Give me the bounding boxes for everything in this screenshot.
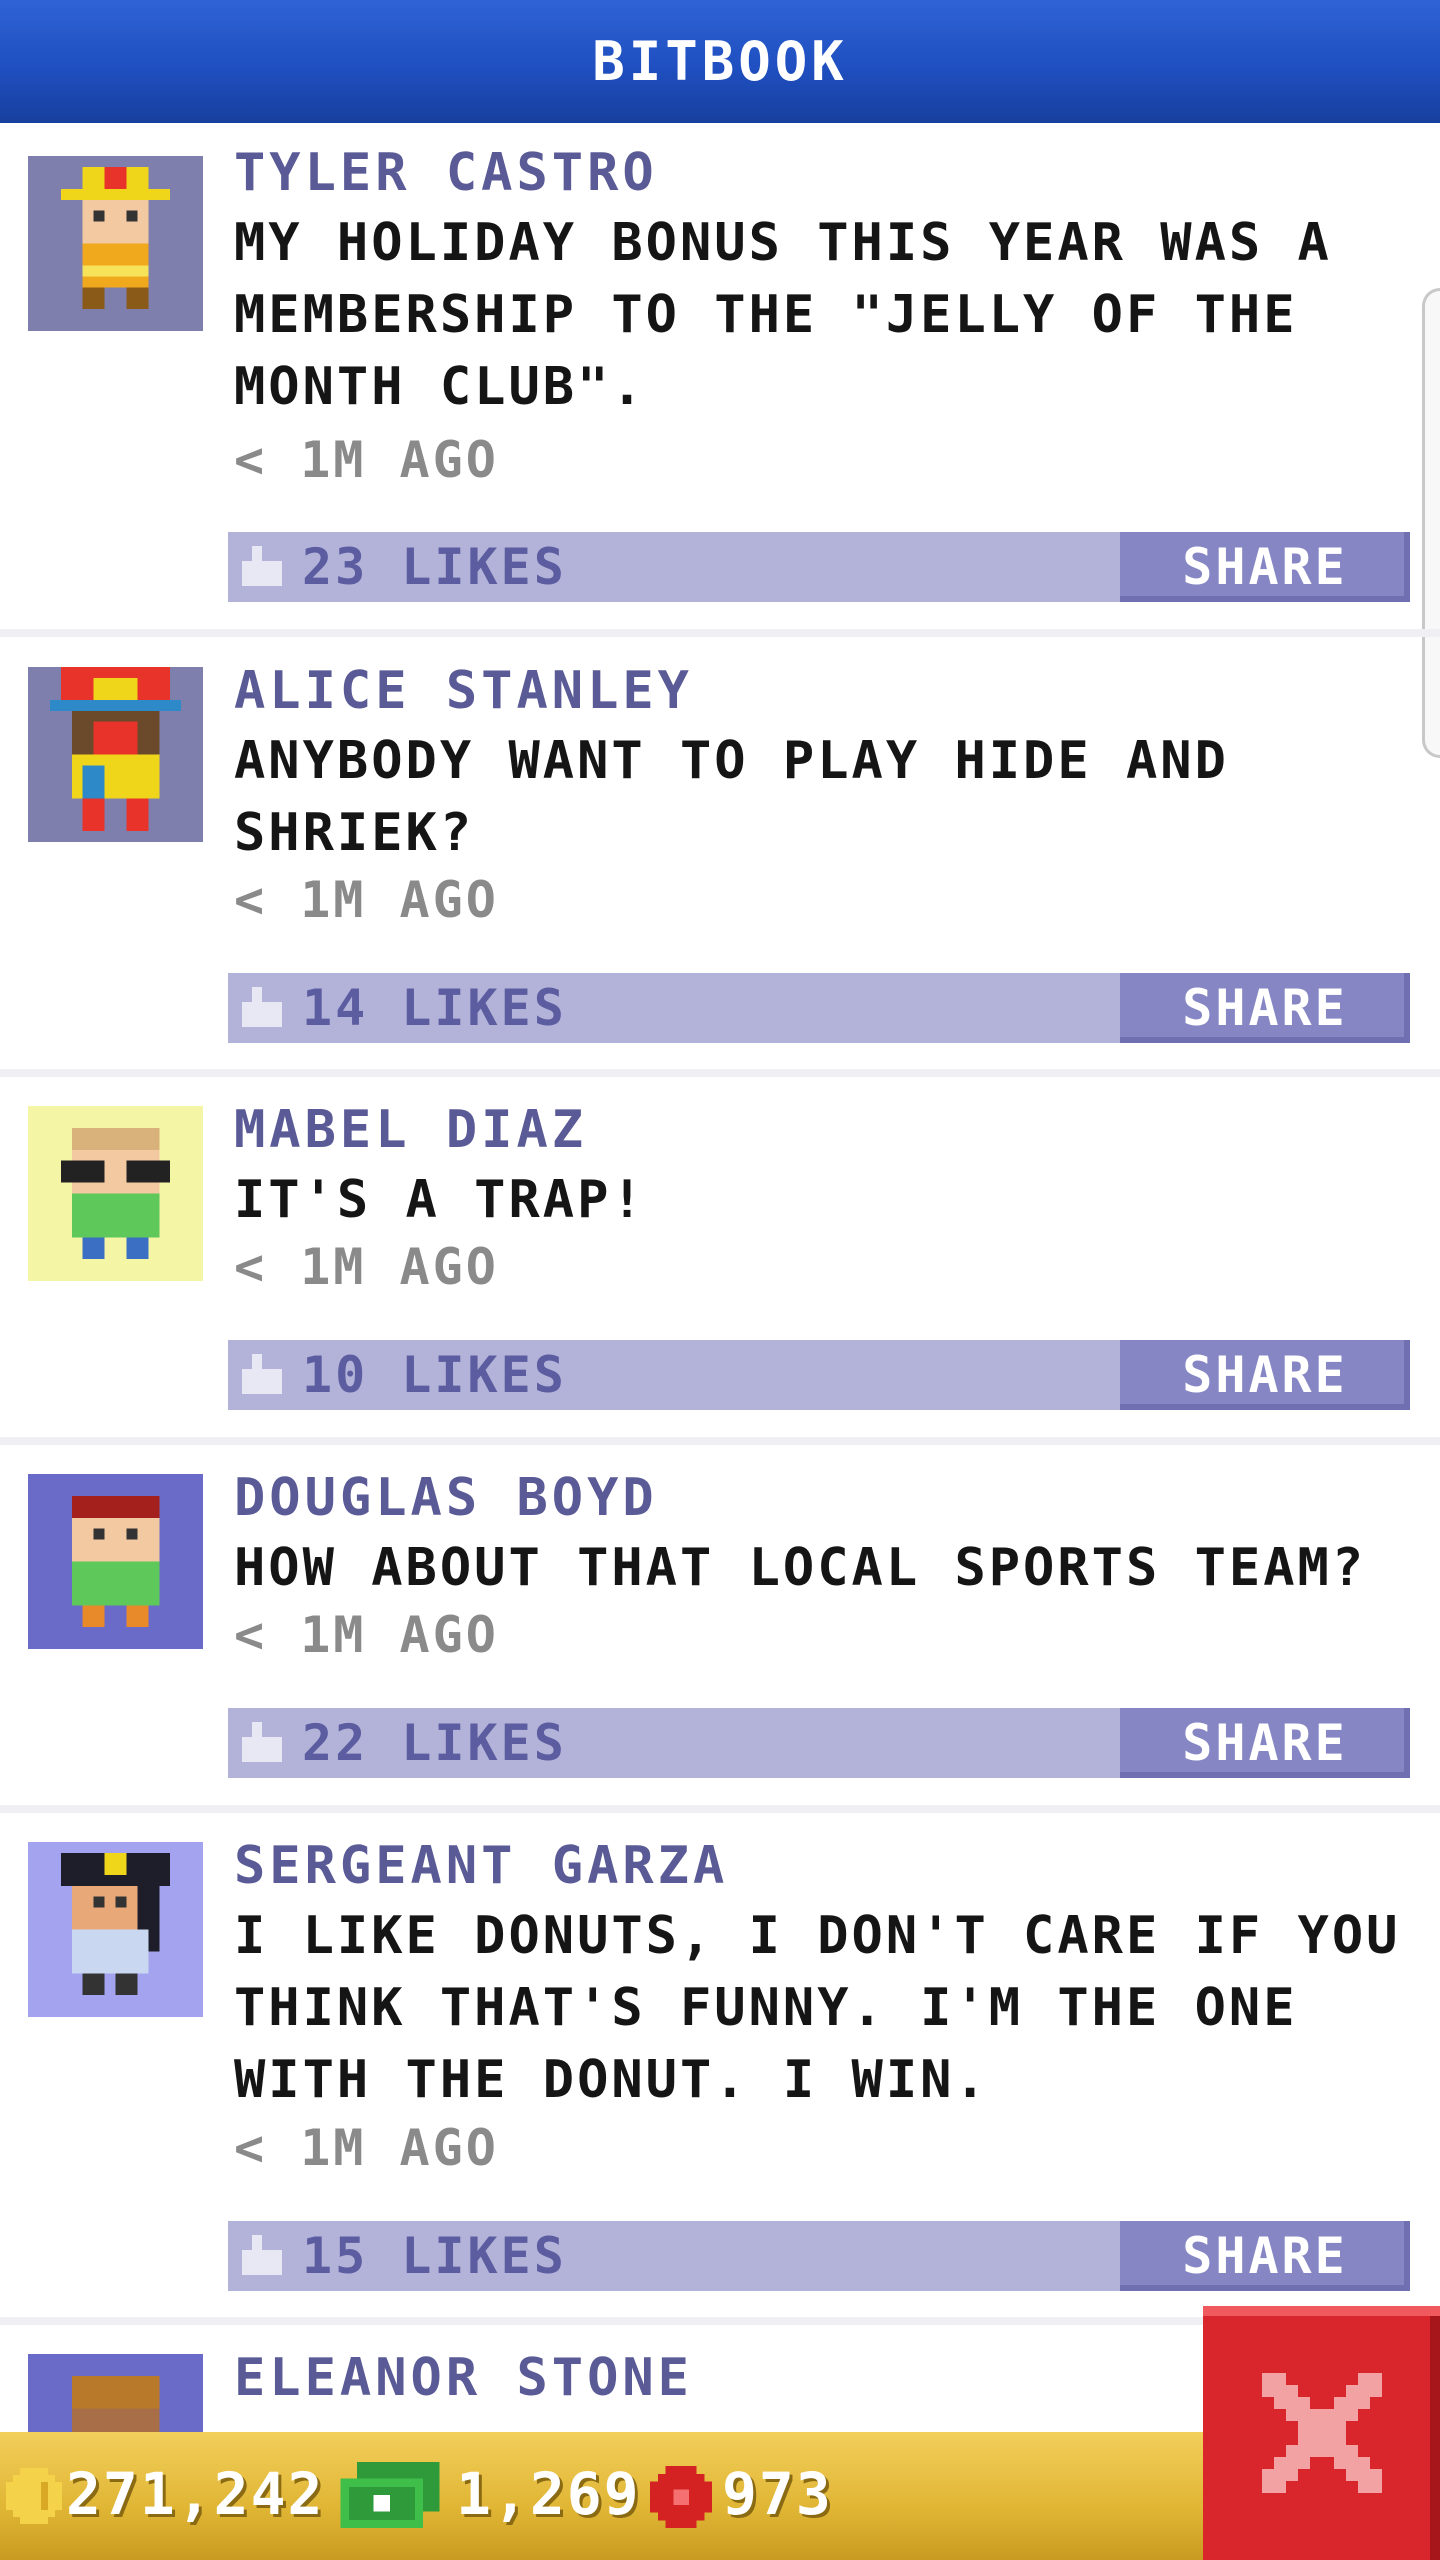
post-message: ANYBODY WANT TO PLAY HIDE AND SHRIEK? xyxy=(234,731,1229,863)
close-icon xyxy=(1261,2373,1382,2493)
app-header: BITBOOK xyxy=(0,0,1440,123)
like-count[interactable]: 10 LIKES xyxy=(302,1346,567,1404)
red-hair-avatar[interactable] xyxy=(28,1474,203,1649)
feed-post: ALICE STANLEY ANYBODY WANT TO PLAY HIDE … xyxy=(0,637,1440,1077)
share-button[interactable]: SHARE xyxy=(1120,1708,1410,1778)
bux-count: 1,269 xyxy=(456,2460,641,2528)
feed-post: MABEL DIAZ IT'S A TRAP! < 1M AGO 10 LIKE… xyxy=(0,1077,1440,1445)
like-bar: 14 LIKES SHARE xyxy=(228,973,1410,1043)
post-timestamp: < 1M AGO xyxy=(234,2119,499,2177)
gem-icon xyxy=(650,2466,712,2528)
coin-icon xyxy=(6,2468,62,2524)
bux-icon xyxy=(340,2462,440,2528)
post-author[interactable]: TYLER CASTRO xyxy=(234,143,658,203)
post-message: MY HOLIDAY BONUS THIS YEAR WAS A MEMBERS… xyxy=(234,213,1332,417)
coin-count: 271,242 xyxy=(66,2460,325,2528)
like-count[interactable]: 15 LIKES xyxy=(302,2227,567,2285)
feed-post: DOUGLAS BOYD HOW ABOUT THAT LOCAL SPORTS… xyxy=(0,1445,1440,1813)
thumbs-up-icon xyxy=(242,1722,282,1762)
like-bar: 23 LIKES SHARE xyxy=(228,532,1410,602)
share-button[interactable]: SHARE xyxy=(1120,973,1410,1043)
like-bar: 10 LIKES SHARE xyxy=(228,1340,1410,1410)
clown-avatar[interactable] xyxy=(28,667,203,842)
post-author[interactable]: ELEANOR STONE xyxy=(234,2348,693,2408)
like-bar: 22 LIKES SHARE xyxy=(228,1708,1410,1778)
thumbs-up-icon xyxy=(242,2235,282,2275)
feed-list: TYLER CASTRO MY HOLIDAY BONUS THIS YEAR … xyxy=(0,123,1440,2529)
police-avatar[interactable] xyxy=(28,1842,203,2017)
post-timestamp: < 1M AGO xyxy=(234,1606,499,1664)
post-timestamp: < 1M AGO xyxy=(234,871,499,929)
share-button[interactable]: SHARE xyxy=(1120,2221,1410,2291)
share-button[interactable]: SHARE xyxy=(1120,1340,1410,1410)
post-author[interactable]: MABEL DIAZ xyxy=(234,1100,587,1160)
thumbs-up-icon xyxy=(242,546,282,586)
share-button[interactable]: SHARE xyxy=(1120,532,1410,602)
firefighter-avatar[interactable] xyxy=(28,156,203,331)
like-count[interactable]: 23 LIKES xyxy=(302,538,567,596)
feed-post: SERGEANT GARZA I LIKE DONUTS, I DON'T CA… xyxy=(0,1813,1440,2325)
like-count[interactable]: 22 LIKES xyxy=(302,1714,567,1772)
post-message: HOW ABOUT THAT LOCAL SPORTS TEAM? xyxy=(234,1538,1367,1598)
post-timestamp: < 1M AGO xyxy=(234,431,499,489)
post-author[interactable]: SERGEANT GARZA xyxy=(234,1836,728,1896)
post-timestamp: < 1M AGO xyxy=(234,1238,499,1296)
close-button[interactable] xyxy=(1203,2306,1440,2560)
post-message: I LIKE DONUTS, I DON'T CARE IF YOU THINK… xyxy=(234,1906,1401,2110)
post-message: IT'S A TRAP! xyxy=(234,1170,646,1230)
thumbs-up-icon xyxy=(242,1354,282,1394)
feed-post: TYLER CASTRO MY HOLIDAY BONUS THIS YEAR … xyxy=(0,123,1440,637)
gem-count: 973 xyxy=(722,2460,833,2528)
glasses-avatar[interactable] xyxy=(28,1106,203,1281)
page-title: BITBOOK xyxy=(592,30,848,93)
post-author[interactable]: ALICE STANLEY xyxy=(234,661,693,721)
like-bar: 15 LIKES SHARE xyxy=(228,2221,1410,2291)
like-count[interactable]: 14 LIKES xyxy=(302,979,567,1037)
thumbs-up-icon xyxy=(242,987,282,1027)
post-author[interactable]: DOUGLAS BOYD xyxy=(234,1468,658,1528)
